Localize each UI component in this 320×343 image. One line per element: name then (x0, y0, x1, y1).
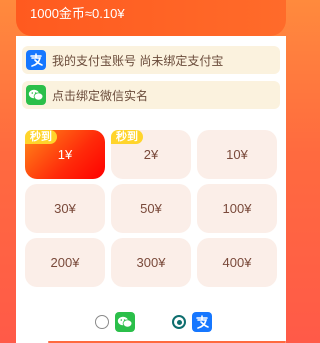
amount-option[interactable]: 30¥ (25, 184, 105, 233)
exchange-rate-text: 1000金币≈0.10¥ (30, 6, 125, 21)
exchange-rate-banner: 1000金币≈0.10¥ (16, 0, 286, 36)
amount-label: 10¥ (226, 147, 248, 162)
bind-alipay-label: 我的支付宝账号 尚未绑定支付宝 (52, 53, 224, 68)
amount-option[interactable]: 秒到 1¥ (25, 130, 105, 179)
amount-grid: 秒到 1¥ 秒到 2¥ 10¥ 30¥ 50¥ 100¥ 200¥ 300¥ 4… (25, 130, 277, 287)
amount-option[interactable]: 100¥ (197, 184, 277, 233)
amount-option[interactable]: 10¥ (197, 130, 277, 179)
amount-option[interactable]: 300¥ (111, 238, 191, 287)
amount-option[interactable]: 秒到 2¥ (111, 130, 191, 179)
amount-label: 300¥ (136, 255, 166, 270)
amount-label: 400¥ (222, 255, 252, 270)
alipay-icon (26, 50, 46, 70)
wechat-radio[interactable] (95, 315, 109, 329)
amount-label: 200¥ (50, 255, 80, 270)
amount-label: 30¥ (54, 201, 76, 216)
wechat-icon (115, 312, 135, 332)
bind-wechat-label: 点击绑定微信实名 (52, 88, 149, 103)
bind-alipay-row[interactable]: 我的支付宝账号 尚未绑定支付宝 (22, 46, 280, 74)
wechat-icon (26, 85, 46, 105)
amount-option[interactable]: 200¥ (25, 238, 105, 287)
withdraw-panel: 我的支付宝账号 尚未绑定支付宝 点击绑定微信实名 秒到 1¥ 秒到 2¥ 10¥… (16, 36, 286, 343)
bind-wechat-row[interactable]: 点击绑定微信实名 (22, 81, 280, 109)
instant-badge: 秒到 (111, 130, 143, 144)
amount-label: 2¥ (143, 147, 159, 162)
amount-option[interactable]: 400¥ (197, 238, 277, 287)
alipay-radio[interactable] (172, 315, 186, 329)
amount-label: 100¥ (222, 201, 252, 216)
amount-option[interactable]: 50¥ (111, 184, 191, 233)
amount-label: 50¥ (140, 201, 162, 216)
amount-label: 1¥ (57, 147, 73, 162)
instant-badge: 秒到 (25, 130, 57, 144)
payment-method-selector (16, 311, 286, 333)
alipay-icon (192, 312, 212, 332)
